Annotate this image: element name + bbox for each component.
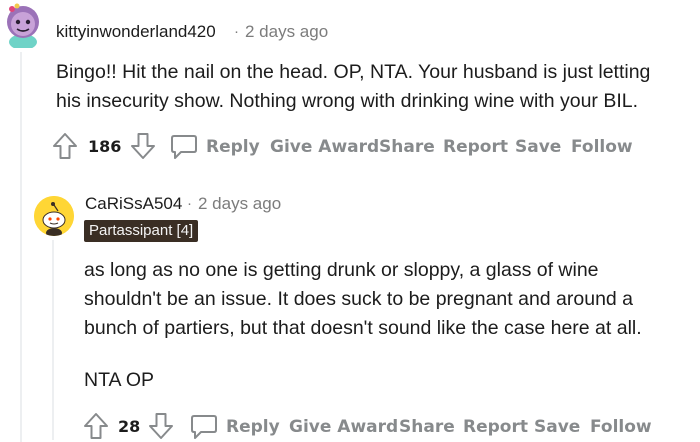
upvote-button[interactable] [83, 412, 109, 440]
comment-body-line: NTA OP [84, 369, 155, 391]
downvote-button[interactable] [130, 132, 156, 160]
downvote-icon [149, 413, 173, 439]
reply-button[interactable]: Reply [170, 134, 260, 160]
share-button[interactable]: Share [379, 137, 435, 157]
separator-dot: · [187, 195, 192, 212]
avatar[interactable] [34, 196, 74, 236]
comment-body-line: Bingo!! Hit the nail on the head. OP, NT… [56, 61, 651, 83]
timestamp[interactable]: 2 days ago [198, 194, 281, 214]
upvote-icon [53, 133, 77, 159]
thread-line[interactable] [20, 52, 22, 442]
follow-button[interactable]: Follow [571, 137, 633, 157]
comment-bubble-icon [171, 135, 197, 159]
save-button[interactable]: Save [534, 417, 580, 437]
comment-body-line: his insecurity show. Nothing wrong with … [56, 90, 639, 112]
comment-body-line: as long as no one is getting drunk or sl… [84, 259, 599, 281]
report-button[interactable]: Report [463, 417, 528, 437]
reply-label: Reply [206, 137, 260, 157]
share-button[interactable]: Share [399, 417, 455, 437]
user-flair: Partassipant [4] [84, 220, 199, 242]
comment-body-line: shouldn't be an issue. It does suck to b… [84, 288, 634, 310]
username[interactable]: kittyinwonderland420 [56, 22, 216, 42]
save-button[interactable]: Save [515, 137, 561, 157]
vote-count: 28 [118, 417, 141, 436]
username[interactable]: CaRiSsA504 [85, 194, 182, 214]
avatar[interactable] [3, 0, 43, 48]
follow-button[interactable]: Follow [590, 417, 652, 437]
thread-line-nested[interactable] [52, 240, 54, 440]
vote-count: 186 [88, 137, 122, 156]
reply-button[interactable]: Reply [190, 414, 280, 440]
downvote-icon [131, 133, 155, 159]
give-award-button[interactable]: Give Award [270, 137, 379, 157]
give-award-button[interactable]: Give Award [289, 417, 398, 437]
separator-dot: · [234, 23, 239, 40]
report-button[interactable]: Report [443, 137, 508, 157]
comment-bubble-icon [191, 415, 217, 439]
downvote-button[interactable] [148, 412, 174, 440]
upvote-icon [84, 413, 108, 439]
timestamp[interactable]: 2 days ago [245, 22, 328, 42]
upvote-button[interactable] [52, 132, 78, 160]
reply-label: Reply [226, 417, 280, 437]
comment-body-line: bunch of partiers, but that doesn't soun… [84, 317, 642, 339]
